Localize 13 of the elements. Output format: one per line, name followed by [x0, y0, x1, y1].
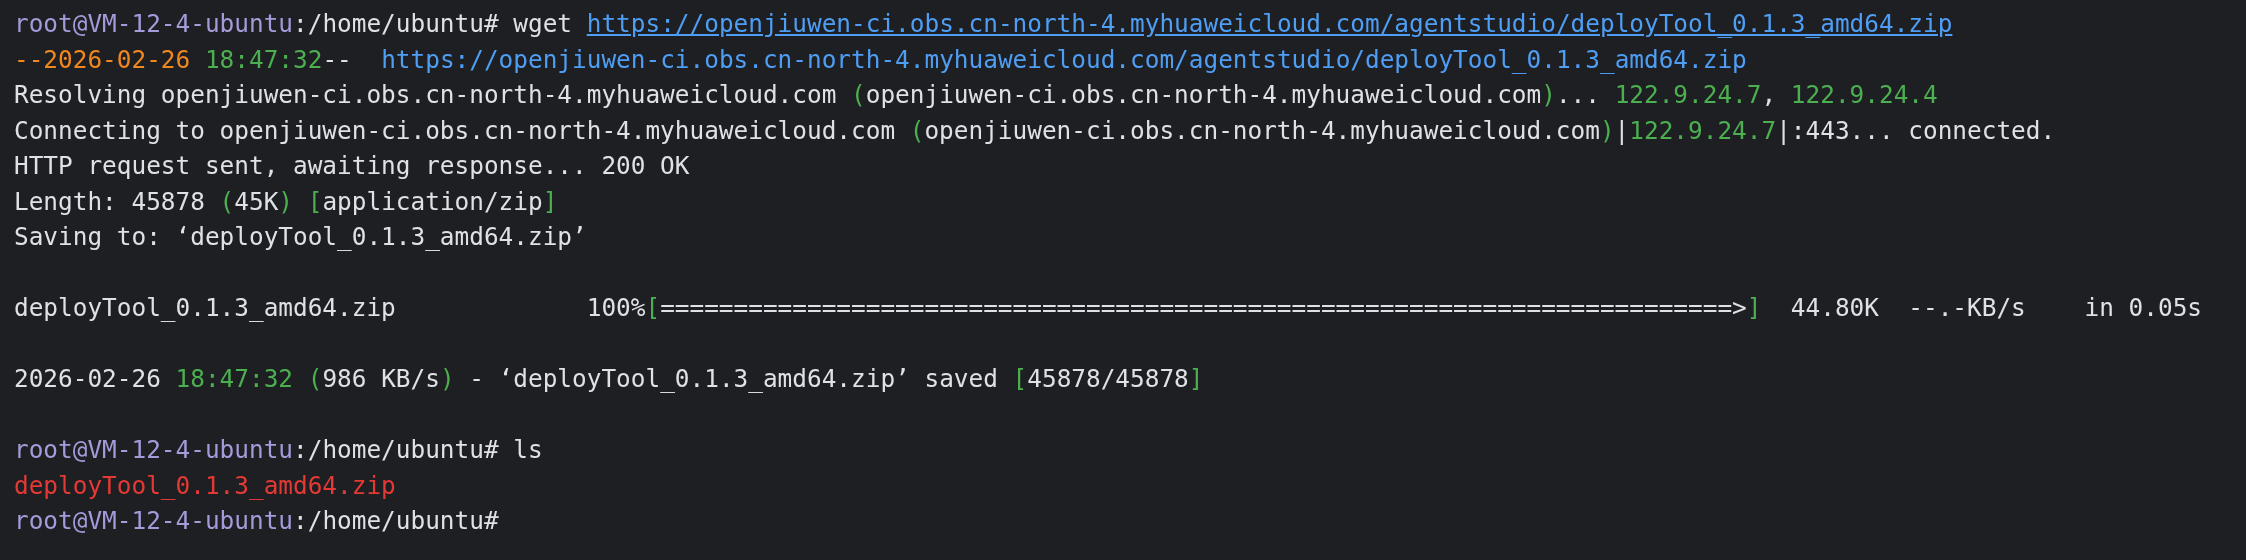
output-line: 2026-02-26 18:47:32 (986 KB/s) - ‘deployTool_0.1.3_amd64.zip’ saved [45878/45878] [14, 363, 1204, 395]
command-line: root@VM-12-4-ubuntu:/home/ubuntu# ls [14, 434, 543, 466]
output-line: deployTool_0.1.3_amd64.zip [14, 469, 396, 502]
output-line: Saving to: ‘deployTool_0.1.3_amd64.zip’ [14, 221, 587, 253]
output-line: deployTool_0.1.3_amd64.zip 100%[=========================================================================>] 44.80K --.-KB/s in 0.05s [14, 292, 2202, 324]
output-line: Resolving openjiuwen-ci.obs.cn-north-4.myhuaweicloud.com (openjiuwen-ci.obs.cn-north-4.myhuaweicloud.com)... 122.9.24.7, 122.9.24.4 [14, 79, 1938, 111]
output-line: Connecting to openjiuwen-ci.obs.cn-north-4.myhuaweicloud.com (openjiuwen-ci.obs.cn-north-4.myhuaweicloud.com)|122.9.24.7|:443... connected. [14, 114, 2056, 147]
output-line: Length: 45878 (45K) [application/zip] [14, 185, 558, 218]
command-line: root@VM-12-4-ubuntu:/home/ubuntu# wget https://openjiuwen-ci.obs.cn-north-4.myhuaweicloud.com/agentstudio/deployTool_0.1.3_amd64.zip [14, 8, 1953, 40]
output-line: HTTP request sent, awaiting response... 200 OK [14, 150, 690, 182]
url-link[interactable]: https://openjiuwen-ci.obs.cn-north-4.myhuaweicloud.com/agentstudio/deployTool_0.1.3_amd64.zip [586, 9, 1953, 38]
output-line: --2026-02-26 18:47:32-- https://openjiuwen-ci.obs.cn-north-4.myhuaweicloud.com/agentstudio/deployTool_0.1.3_amd64.zip [14, 43, 1747, 76]
command-line: root@VM-12-4-ubuntu:/home/ubuntu# [14, 505, 499, 537]
